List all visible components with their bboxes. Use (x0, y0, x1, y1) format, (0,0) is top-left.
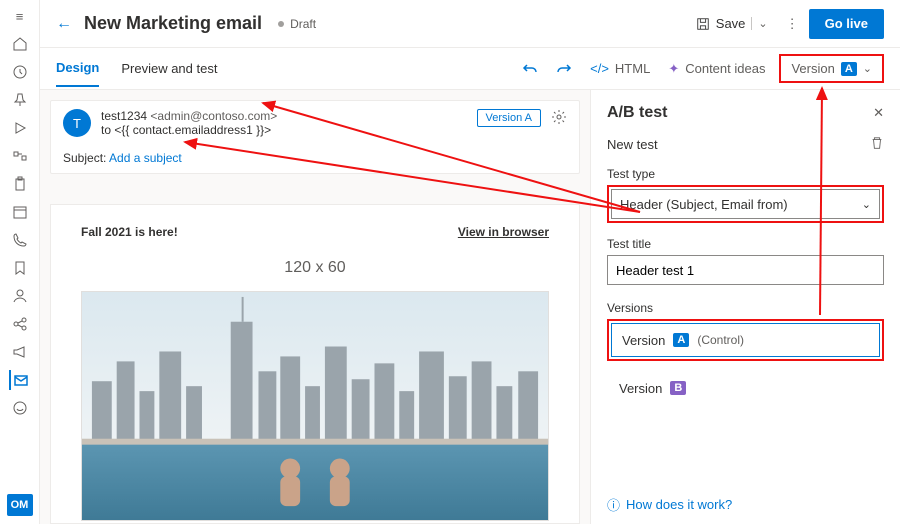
status-dot (278, 21, 284, 27)
app-badge[interactable]: OM (7, 494, 33, 516)
to-label: to (101, 123, 111, 137)
save-label: Save (716, 16, 746, 31)
version-a-badge: A (841, 62, 857, 76)
content-ideas-button[interactable]: ✦ Content ideas (668, 61, 765, 77)
version-b-label: Version (619, 381, 662, 396)
calendar-icon[interactable] (10, 202, 30, 222)
view-in-browser-link[interactable]: View in browser (458, 225, 549, 239)
undo-button[interactable] (522, 61, 538, 77)
sparkle-icon: ✦ (668, 61, 679, 77)
phone-icon[interactable] (10, 230, 30, 250)
chevron-down-icon: ⌄ (862, 198, 871, 211)
recent-icon[interactable] (10, 62, 30, 82)
version-b-badge: B (670, 381, 686, 395)
gear-icon[interactable] (551, 109, 567, 128)
version-a-badge: A (673, 333, 689, 347)
version-selector-highlight: Version A ⌄ (779, 54, 884, 83)
from-email: <admin@contoso.com> (150, 109, 277, 123)
subject-label: Subject: (63, 151, 106, 165)
pin-icon[interactable] (10, 90, 30, 110)
html-button[interactable]: </> HTML (590, 61, 650, 76)
top-bar: ← New Marketing email Draft Save ⌄ ⋮ Go … (40, 0, 900, 48)
hamburger-icon[interactable]: ≡ (10, 6, 30, 26)
logo-placeholder[interactable]: 120 x 60 (81, 259, 549, 277)
version-a-chip[interactable]: Version A (477, 109, 541, 127)
panel-title: A/B test (607, 104, 667, 122)
status-label: Draft (290, 17, 316, 31)
left-nav: ≡ OM (0, 0, 40, 524)
megaphone-icon[interactable] (10, 342, 30, 362)
tab-design[interactable]: Design (56, 50, 99, 87)
email-header: T test1234 <admin@contoso.com> to <{{ co… (50, 100, 580, 174)
new-test-label: New test (607, 137, 658, 152)
home-icon[interactable] (10, 34, 30, 54)
mail-icon[interactable] (9, 370, 29, 390)
version-selector[interactable]: Version A ⌄ (785, 58, 878, 79)
content-ideas-label: Content ideas (685, 61, 765, 76)
test-type-value: Header (Subject, Email from) (620, 197, 788, 212)
test-type-highlight: Header (Subject, Email from) ⌄ (607, 185, 884, 223)
save-button[interactable]: Save ⌄ (696, 16, 768, 31)
emoji-icon[interactable] (10, 398, 30, 418)
ab-test-panel: A/B test ✕ New test Test type Header (Su… (590, 90, 900, 524)
from-block[interactable]: test1234 <admin@contoso.com> to <{{ cont… (101, 109, 477, 137)
version-a-note: (Control) (697, 333, 744, 347)
journey-icon[interactable] (10, 146, 30, 166)
version-a-item[interactable]: Version A (Control) (611, 323, 880, 357)
save-icon (696, 17, 710, 31)
save-chevron-icon[interactable]: ⌄ (751, 17, 767, 30)
test-title-input[interactable] (607, 255, 884, 285)
from-name: test1234 (101, 109, 147, 123)
subject-row[interactable]: Subject: Add a subject (63, 145, 567, 165)
go-live-button[interactable]: Go live (809, 9, 884, 39)
version-label: Version (791, 61, 834, 76)
canvas: T test1234 <admin@contoso.com> to <{{ co… (40, 90, 590, 524)
help-icon: ⓘ (607, 495, 620, 514)
code-icon: </> (590, 61, 609, 76)
clipboard-icon[interactable] (10, 174, 30, 194)
test-type-label: Test type (607, 167, 884, 181)
redo-button[interactable] (556, 61, 572, 77)
page-title: New Marketing email (84, 13, 262, 34)
tab-bar: Design Preview and test </> HTML ✦ Conte… (40, 48, 900, 90)
test-type-select[interactable]: Header (Subject, Email from) ⌄ (611, 189, 880, 219)
version-a-label: Version (622, 333, 665, 348)
help-label: How does it work? (626, 497, 732, 512)
tab-preview[interactable]: Preview and test (121, 51, 217, 86)
back-button[interactable]: ← (56, 15, 72, 33)
person-icon[interactable] (10, 286, 30, 306)
play-icon[interactable] (10, 118, 30, 138)
sender-avatar: T (63, 109, 91, 137)
version-b-item[interactable]: Version B (609, 371, 882, 405)
more-button[interactable]: ⋮ (786, 16, 799, 32)
versions-label: Versions (607, 301, 884, 315)
to-value: <{{ contact.emailaddress1 }}> (114, 123, 271, 137)
share-icon[interactable] (10, 314, 30, 334)
delete-icon[interactable] (870, 136, 884, 153)
bookmark-icon[interactable] (10, 258, 30, 278)
version-a-highlight: Version A (Control) (607, 319, 884, 361)
hero-image[interactable] (81, 291, 549, 521)
close-icon[interactable]: ✕ (873, 105, 884, 121)
subject-placeholder[interactable]: Add a subject (109, 151, 182, 165)
html-label: HTML (615, 61, 650, 76)
help-link[interactable]: ⓘ How does it work? (607, 495, 732, 514)
chevron-down-icon: ⌄ (863, 62, 872, 75)
test-title-label: Test title (607, 237, 884, 251)
body-headline: Fall 2021 is here! (81, 225, 178, 239)
email-body[interactable]: Fall 2021 is here! View in browser 120 x… (50, 204, 580, 524)
